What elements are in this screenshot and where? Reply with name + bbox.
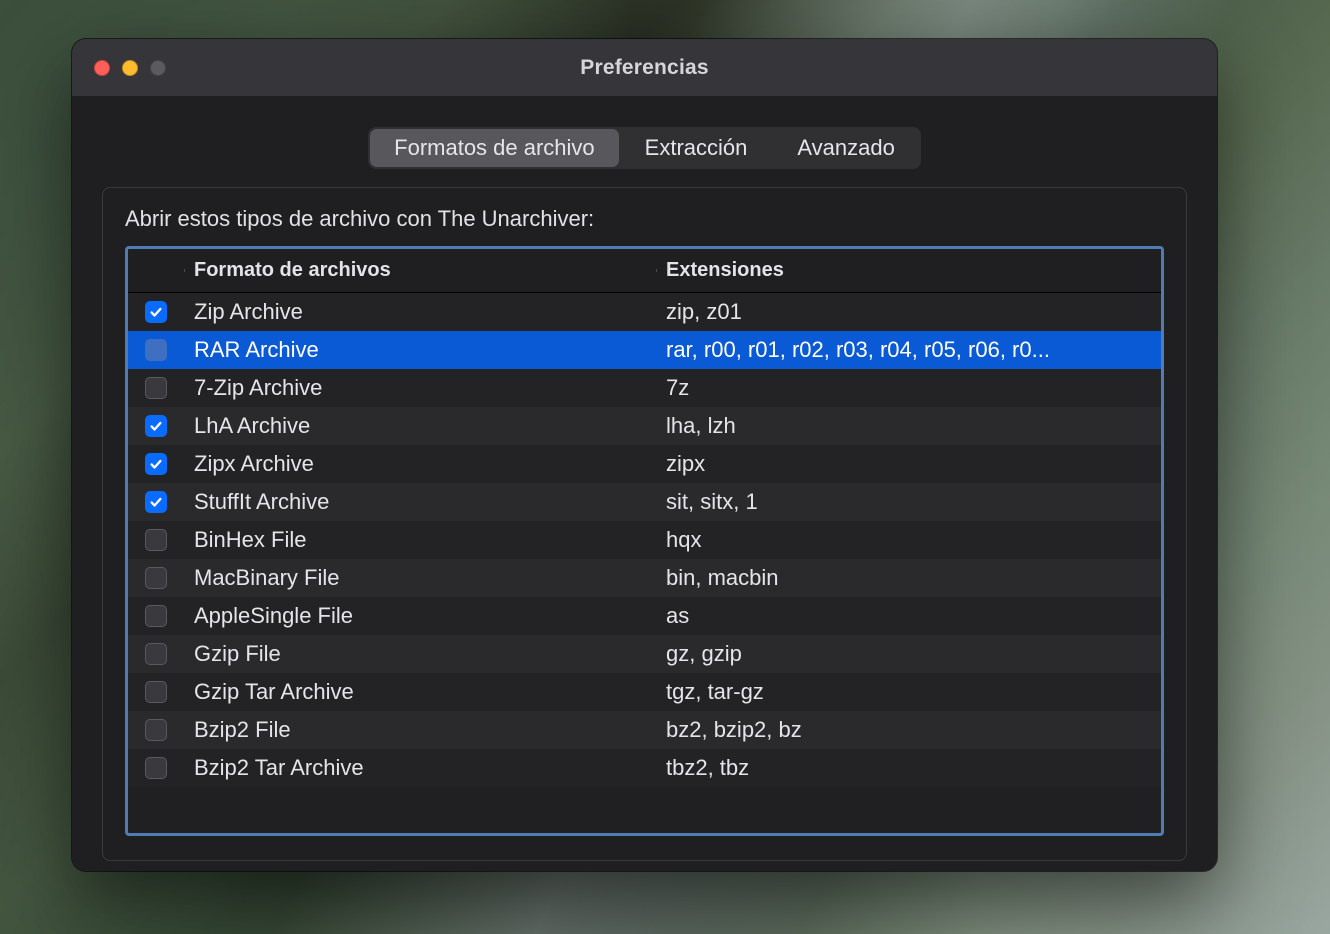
row-checkbox-cell [128, 757, 184, 779]
row-format: Zipx Archive [184, 451, 656, 477]
table-body: Zip Archivezip, z01RAR Archiverar, r00, … [128, 293, 1161, 833]
table-row[interactable]: BinHex Filehqx [128, 521, 1161, 559]
close-window-button[interactable] [94, 60, 110, 76]
table-row[interactable]: Bzip2 Tar Archivetbz2, tbz [128, 749, 1161, 787]
row-checkbox[interactable] [145, 757, 167, 779]
row-extensions: zip, z01 [656, 299, 1161, 325]
row-format: RAR Archive [184, 337, 656, 363]
table-row[interactable]: RAR Archiverar, r00, r01, r02, r03, r04,… [128, 331, 1161, 369]
row-checkbox-cell [128, 681, 184, 703]
tab-extraction[interactable]: Extracción [621, 129, 772, 167]
tab-formats[interactable]: Formatos de archivo [370, 129, 619, 167]
formats-panel: Abrir estos tipos de archivo con The Una… [102, 187, 1187, 861]
row-checkbox-cell [128, 719, 184, 741]
table-row[interactable]: MacBinary Filebin, macbin [128, 559, 1161, 597]
row-format: Bzip2 File [184, 717, 656, 743]
row-checkbox-cell [128, 301, 184, 323]
row-checkbox[interactable] [145, 339, 167, 361]
row-checkbox[interactable] [145, 377, 167, 399]
table-row[interactable]: StuffIt Archivesit, sitx, 1 [128, 483, 1161, 521]
tab-advanced[interactable]: Avanzado [773, 129, 918, 167]
col-format[interactable]: Formato de archivos [184, 259, 656, 282]
row-checkbox-cell [128, 529, 184, 551]
row-checkbox-cell [128, 491, 184, 513]
zoom-window-button[interactable] [150, 60, 166, 76]
row-checkbox[interactable] [145, 491, 167, 513]
row-checkbox-cell [128, 377, 184, 399]
table-row[interactable]: 7-Zip Archive7z [128, 369, 1161, 407]
row-extensions: bin, macbin [656, 565, 1161, 591]
row-extensions: rar, r00, r01, r02, r03, r04, r05, r06, … [656, 337, 1161, 363]
preferences-window: Preferencias Formatos de archivo Extracc… [72, 39, 1217, 871]
row-extensions: bz2, bzip2, bz [656, 717, 1161, 743]
row-format: BinHex File [184, 527, 656, 553]
row-extensions: hqx [656, 527, 1161, 553]
row-format: MacBinary File [184, 565, 656, 591]
titlebar: Preferencias [72, 39, 1217, 97]
formats-table[interactable]: Formato de archivos Extensiones Zip Arch… [125, 246, 1164, 836]
window-title: Preferencias [72, 56, 1217, 80]
row-extensions: gz, gzip [656, 641, 1161, 667]
table-row[interactable]: LhA Archivelha, lzh [128, 407, 1161, 445]
row-checkbox-cell [128, 605, 184, 627]
row-checkbox-cell [128, 415, 184, 437]
row-format: Zip Archive [184, 299, 656, 325]
table-row[interactable]: Zip Archivezip, z01 [128, 293, 1161, 331]
table-row[interactable]: Bzip2 Filebz2, bzip2, bz [128, 711, 1161, 749]
row-checkbox[interactable] [145, 453, 167, 475]
minimize-window-button[interactable] [122, 60, 138, 76]
panel-heading: Abrir estos tipos de archivo con The Una… [125, 206, 1164, 232]
row-extensions: tgz, tar-gz [656, 679, 1161, 705]
window-controls [94, 60, 166, 76]
row-checkbox[interactable] [145, 415, 167, 437]
row-checkbox[interactable] [145, 681, 167, 703]
row-extensions: as [656, 603, 1161, 629]
table-row[interactable]: Zipx Archivezipx [128, 445, 1161, 483]
window-content: Formatos de archivo Extracción Avanzado … [72, 97, 1217, 871]
row-format: LhA Archive [184, 413, 656, 439]
row-checkbox-cell [128, 567, 184, 589]
col-extensions[interactable]: Extensiones [656, 259, 1161, 282]
row-format: Gzip File [184, 641, 656, 667]
row-extensions: lha, lzh [656, 413, 1161, 439]
table-row[interactable]: AppleSingle Fileas [128, 597, 1161, 635]
row-format: Gzip Tar Archive [184, 679, 656, 705]
row-format: 7-Zip Archive [184, 375, 656, 401]
row-checkbox[interactable] [145, 529, 167, 551]
row-checkbox-cell [128, 339, 184, 361]
row-checkbox-cell [128, 453, 184, 475]
row-format: StuffIt Archive [184, 489, 656, 515]
row-extensions: 7z [656, 375, 1161, 401]
table-row[interactable]: Gzip Tar Archivetgz, tar-gz [128, 673, 1161, 711]
row-checkbox[interactable] [145, 605, 167, 627]
tabs: Formatos de archivo Extracción Avanzado [368, 127, 921, 169]
row-checkbox[interactable] [145, 719, 167, 741]
table-row[interactable]: Gzip Filegz, gzip [128, 635, 1161, 673]
row-format: Bzip2 Tar Archive [184, 755, 656, 781]
col-extensions-label: Extensiones [666, 259, 784, 281]
row-format: AppleSingle File [184, 603, 656, 629]
col-format-label: Formato de archivos [194, 259, 391, 281]
row-checkbox[interactable] [145, 301, 167, 323]
row-extensions: tbz2, tbz [656, 755, 1161, 781]
tabs-container: Formatos de archivo Extracción Avanzado [72, 97, 1217, 179]
row-checkbox[interactable] [145, 567, 167, 589]
row-checkbox-cell [128, 643, 184, 665]
row-checkbox[interactable] [145, 643, 167, 665]
row-extensions: sit, sitx, 1 [656, 489, 1161, 515]
row-extensions: zipx [656, 451, 1161, 477]
table-header: Formato de archivos Extensiones [128, 249, 1161, 293]
